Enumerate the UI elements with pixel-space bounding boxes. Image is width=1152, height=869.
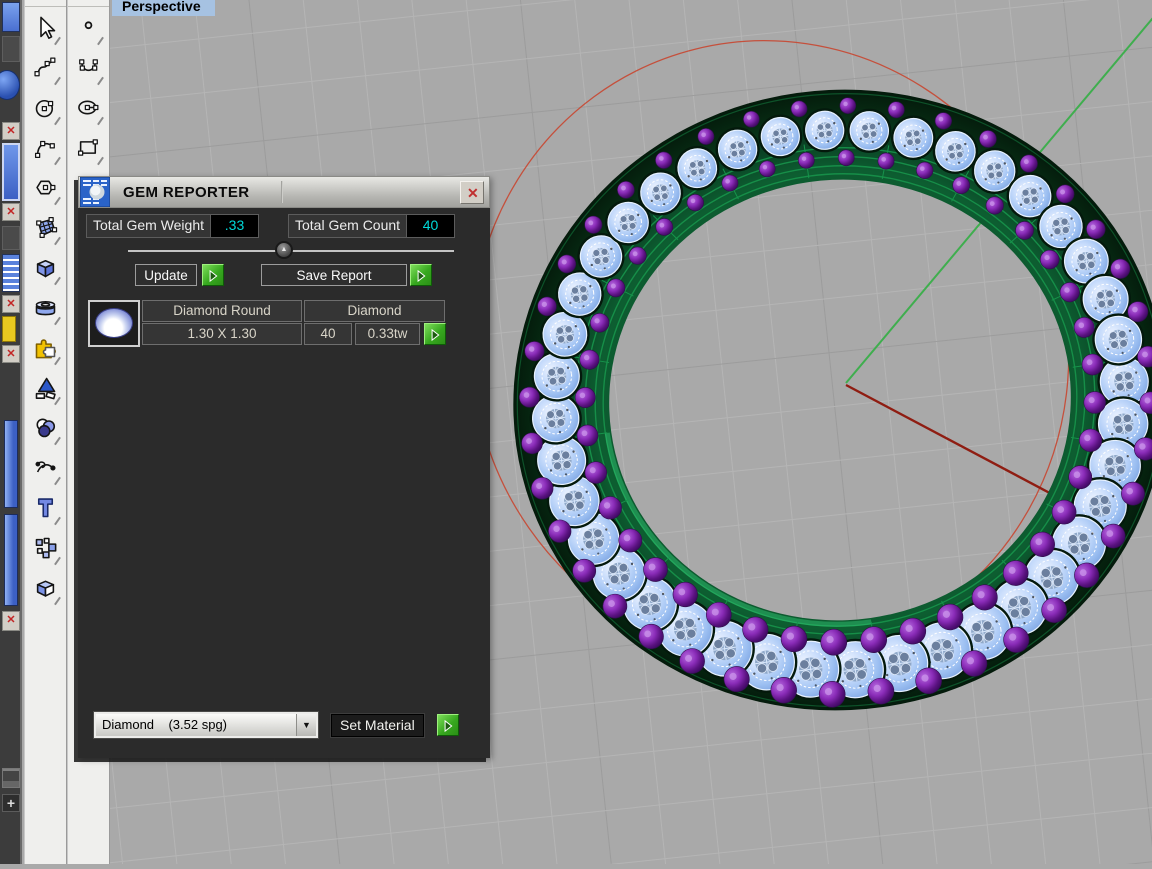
revolve-surface-icon[interactable] — [25, 287, 66, 327]
thumb-button-dark[interactable] — [2, 226, 20, 250]
circle-icon[interactable] — [25, 87, 66, 127]
toolbar-close-icon[interactable]: ✕ — [2, 611, 20, 631]
save-report-button[interactable]: Save Report — [261, 264, 407, 286]
gem-row-go-button[interactable] — [424, 323, 446, 345]
panel-splitter[interactable]: ▲ — [128, 250, 454, 252]
title-divider — [281, 181, 283, 203]
total-count-value: 40 — [407, 214, 455, 238]
sphere-tool-icon[interactable] — [0, 70, 20, 100]
chevron-down-icon[interactable]: ▼ — [296, 714, 316, 736]
gem-weight-cell: 0.33tw — [355, 323, 420, 345]
play-icon — [413, 268, 429, 284]
save-report-go-button[interactable] — [410, 264, 432, 286]
layers-list-icon[interactable] — [2, 254, 20, 292]
update-go-button[interactable] — [202, 264, 224, 286]
save-icon[interactable] — [2, 768, 20, 788]
u-curve-icon[interactable] — [68, 47, 109, 87]
dialog-title-bar[interactable]: GEM REPORTER ✕ — [78, 176, 490, 208]
toolbar-close-icon[interactable]: ✕ — [2, 122, 20, 140]
set-material-button[interactable]: Set Material — [331, 714, 424, 737]
total-count-label: Total Gem Count — [288, 214, 407, 238]
point-icon[interactable] — [68, 7, 109, 47]
thumb-button-blue[interactable] — [2, 2, 20, 32]
update-button[interactable]: Update — [135, 264, 197, 286]
gem-thumbnail[interactable] — [88, 300, 140, 347]
toolbar-close-icon[interactable]: ✕ — [2, 345, 20, 363]
blue-scroll-thumb[interactable] — [4, 514, 18, 606]
gem-material-cell: Diamond — [304, 300, 445, 322]
chevron-up-icon: ▲ — [281, 246, 288, 253]
gem-table-row: Diamond Round Diamond 1.30 X 1.30 40 0.3… — [88, 300, 468, 348]
extrude-icon[interactable] — [25, 367, 66, 407]
handle-curve-icon[interactable] — [25, 447, 66, 487]
box-icon[interactable] — [25, 247, 66, 287]
toolbar-grip[interactable] — [25, 0, 66, 7]
cube-icon[interactable] — [25, 567, 66, 607]
viewport-tab-perspective[interactable]: Perspective — [112, 0, 215, 16]
play-icon — [205, 268, 221, 284]
blue-scroll-thumb[interactable] — [4, 420, 18, 508]
material-dropdown-value: Diamond (3.52 spg) — [96, 714, 296, 736]
select-arrow-icon[interactable] — [25, 7, 66, 47]
add-icon[interactable]: + — [2, 794, 20, 812]
material-dropdown[interactable]: Diamond (3.52 spg) ▼ — [94, 712, 318, 738]
curve-points-icon[interactable] — [25, 47, 66, 87]
ellipse-icon[interactable] — [68, 87, 109, 127]
polygon-icon[interactable] — [25, 167, 66, 207]
render-color-icon[interactable] — [25, 407, 66, 447]
splitter-knob[interactable]: ▲ — [275, 241, 293, 259]
material-row: Diamond (3.52 spg) ▼ Set Material — [94, 712, 482, 740]
gem-reporter-dialog: GEM REPORTER ✕ Total Gem Weight .33 Tota… — [78, 176, 490, 758]
close-icon[interactable]: ✕ — [460, 181, 484, 204]
blocks-icon[interactable] — [25, 527, 66, 567]
thumb-button-dark[interactable] — [2, 36, 20, 62]
patch-surface-icon[interactable] — [25, 207, 66, 247]
rectangle-icon[interactable] — [68, 127, 109, 167]
yellow-swatch-icon[interactable] — [2, 316, 16, 342]
toolbar-grip[interactable] — [68, 0, 109, 7]
dialog-title: GEM REPORTER — [123, 184, 249, 201]
toolbar-close-icon[interactable]: ✕ — [2, 203, 20, 221]
totals-row: Total Gem Weight .33 Total Gem Count 40 — [86, 214, 482, 238]
total-count-group: Total Gem Count 40 — [288, 214, 455, 238]
gem-reporter-icon — [80, 177, 110, 207]
thumb-panel-blue[interactable] — [2, 143, 20, 201]
total-weight-group: Total Gem Weight .33 — [86, 214, 259, 238]
toolbar-close-icon[interactable]: ✕ — [2, 295, 20, 313]
puzzle-icon[interactable] — [25, 327, 66, 367]
gem-size-cell: 1.30 X 1.30 — [142, 323, 302, 345]
gem-shape-cell: Diamond Round — [142, 300, 302, 322]
play-icon — [427, 327, 443, 343]
gem-count-cell: 40 — [304, 323, 352, 345]
gem-image — [95, 308, 133, 338]
toolbar-main — [24, 0, 67, 864]
arc-icon[interactable] — [25, 127, 66, 167]
text-icon[interactable] — [25, 487, 66, 527]
action-buttons-row: Update Save Report — [78, 264, 490, 286]
set-material-go-button[interactable] — [437, 714, 459, 736]
docked-panel-strip: ✕ ✕ ✕ ✕ ✕ + — [0, 0, 22, 864]
play-icon — [440, 718, 456, 734]
total-weight-label: Total Gem Weight — [86, 214, 211, 238]
total-weight-value: .33 — [211, 214, 259, 238]
